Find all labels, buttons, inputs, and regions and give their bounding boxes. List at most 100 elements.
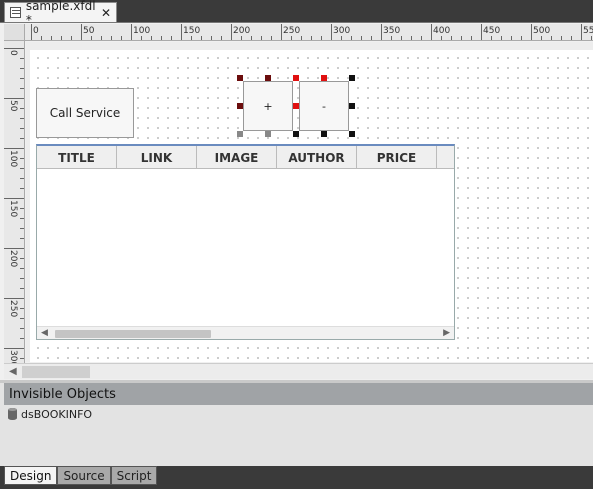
ruler-tick <box>191 36 192 40</box>
selection-handle[interactable] <box>265 131 271 137</box>
tab-source-label: Source <box>63 468 105 483</box>
ruler-label: 500 <box>533 26 551 36</box>
ruler-tick <box>591 36 592 40</box>
scroll-left-icon[interactable]: ◀ <box>41 328 48 338</box>
ruler-tick <box>111 36 112 40</box>
dataset-label: dsBOOKINFO <box>21 407 93 421</box>
selection-handle[interactable] <box>237 75 243 81</box>
ruler-tick <box>91 36 92 40</box>
ruler-label: 200 <box>233 26 251 36</box>
selection-handle[interactable] <box>321 131 327 137</box>
selection-handle[interactable] <box>349 75 355 81</box>
grid-column-header[interactable]: IMAGE <box>197 146 277 169</box>
ruler-label: 100 <box>133 26 151 36</box>
ruler-tick <box>141 36 142 40</box>
ruler-tick <box>4 148 24 149</box>
selection-handle[interactable] <box>237 103 243 109</box>
ruler-tick <box>20 68 24 69</box>
ruler-label: 550 <box>583 26 593 36</box>
minus-button[interactable]: - <box>299 81 349 131</box>
ruler-label: 0 <box>33 26 39 36</box>
invisible-objects-title: Invisible Objects <box>9 386 116 402</box>
ruler-tick <box>4 248 24 249</box>
invisible-objects-header: Invisible Objects <box>4 383 593 405</box>
tab-script[interactable]: Script <box>110 466 158 485</box>
ruler-tick <box>331 24 332 40</box>
grid-column-header[interactable]: PRICE <box>357 146 437 169</box>
ruler-tick <box>20 338 24 339</box>
selection-handle[interactable] <box>349 131 355 137</box>
form-file-icon <box>10 7 21 18</box>
ruler-label: 250 <box>283 26 301 36</box>
scrollbar-thumb[interactable] <box>55 330 211 338</box>
ruler-tick <box>281 24 282 40</box>
selection-handle[interactable] <box>293 75 299 81</box>
tab-design-label: Design <box>10 468 52 483</box>
ruler-tick <box>531 24 532 40</box>
ruler-tick <box>311 36 312 40</box>
ruler-tick <box>20 188 24 189</box>
ruler-tick <box>411 36 412 40</box>
plus-button[interactable]: + <box>243 81 293 131</box>
ruler-tick <box>4 98 24 99</box>
ruler-tick <box>20 238 24 239</box>
call-service-button[interactable]: Call Service <box>36 88 134 138</box>
selection-handle[interactable] <box>237 131 243 137</box>
ruler-tick <box>341 36 342 40</box>
ruler-tick <box>20 318 24 319</box>
ruler-tick <box>20 258 24 259</box>
selection-handle[interactable] <box>265 75 271 81</box>
grid-column-header[interactable]: LINK <box>117 146 197 169</box>
ruler-tick <box>551 36 552 40</box>
editor-tab-sample[interactable]: sample.xfdl * ✕ <box>4 0 117 27</box>
plus-label: + <box>263 99 273 113</box>
tab-source[interactable]: Source <box>57 466 111 485</box>
selection-handle[interactable] <box>321 75 327 81</box>
selection-handle[interactable] <box>293 131 299 137</box>
ruler-tick <box>251 36 252 40</box>
close-icon[interactable]: ✕ <box>101 6 111 20</box>
ruler-label: 300 <box>8 350 18 363</box>
selection-handle[interactable] <box>349 103 355 109</box>
ruler-tick <box>4 298 24 299</box>
ruler-label: 350 <box>383 26 401 36</box>
ruler-tick <box>20 178 24 179</box>
tab-design[interactable]: Design <box>4 466 58 485</box>
ruler-tick <box>321 36 322 40</box>
ruler-label: 450 <box>483 26 501 36</box>
ruler-tick <box>20 268 24 269</box>
ruler-tick <box>541 36 542 40</box>
ruler-tick <box>221 36 222 40</box>
ruler-tick <box>4 48 24 49</box>
grid-horizontal-scrollbar[interactable]: ◀ ▶ <box>37 326 454 339</box>
ruler-tick <box>521 36 522 40</box>
grid-column-header[interactable]: AUTHOR <box>277 146 357 169</box>
vertical-ruler: 0 50 100 150 200 250 300 <box>4 41 25 363</box>
ruler-tick <box>351 36 352 40</box>
grid-column-header[interactable]: TITLE <box>37 146 117 169</box>
call-service-label: Call Service <box>49 106 121 120</box>
ruler-tick <box>20 288 24 289</box>
dataset-item[interactable]: dsBOOKINFO <box>8 406 92 422</box>
editor-horizontal-scrollbar[interactable]: ◀ <box>4 363 593 379</box>
book-grid[interactable]: TITLE LINK IMAGE AUTHOR PRICE DI ◀ ▶ <box>36 144 455 340</box>
scrollbar-thumb[interactable] <box>22 366 90 378</box>
selection-handle[interactable] <box>293 103 299 109</box>
ruler-tick <box>211 36 212 40</box>
ruler-tick <box>241 36 242 40</box>
ruler-tick <box>361 36 362 40</box>
scroll-left-icon[interactable]: ◀ <box>9 366 17 377</box>
grid-column-header[interactable]: DI <box>437 146 454 169</box>
ruler-tick <box>20 58 24 59</box>
ruler-label: 300 <box>333 26 351 36</box>
ruler-tick <box>20 168 24 169</box>
ruler-label: 200 <box>8 250 18 268</box>
ruler-tick <box>471 36 472 40</box>
ruler-tick <box>171 36 172 40</box>
ruler-tick <box>151 36 152 40</box>
scroll-right-icon[interactable]: ▶ <box>443 328 450 338</box>
ruler-tick <box>441 36 442 40</box>
ruler-label: 150 <box>183 26 201 36</box>
ruler-tick <box>391 36 392 40</box>
ruler-tick <box>421 36 422 40</box>
